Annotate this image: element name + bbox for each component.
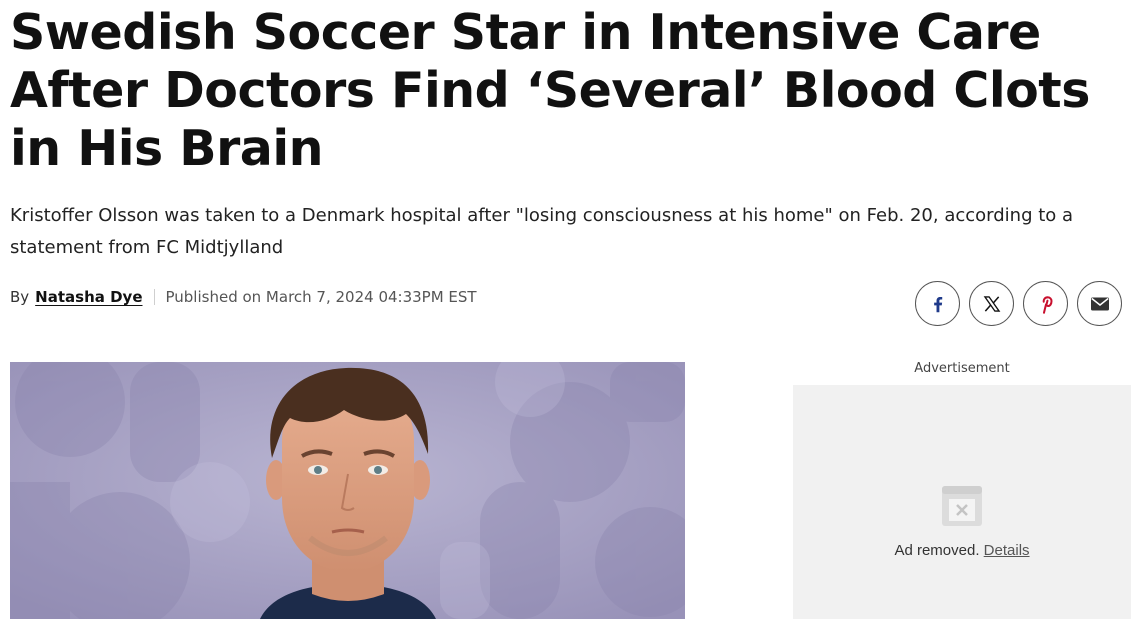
byline-divider (153, 289, 155, 305)
ad-details-link[interactable]: Details (984, 542, 1030, 559)
share-bar (915, 281, 1122, 326)
share-facebook-button[interactable] (915, 281, 960, 326)
ad-removed-message: Ad removed. Details (793, 542, 1131, 559)
facebook-icon (933, 296, 942, 312)
publish-date: Published on March 7, 2024 04:33PM EST (165, 288, 477, 306)
ad-placeholder: Ad removed. Details (793, 385, 1131, 619)
hero-photo-illustration (10, 362, 685, 619)
byline: By Natasha Dye Published on March 7, 202… (10, 286, 477, 308)
article-headline: Swedish Soccer Star in Intensive Care Af… (10, 4, 1090, 177)
byline-prefix: By (10, 288, 30, 306)
x-icon (983, 295, 1000, 312)
author-link[interactable]: Natasha Dye (35, 288, 142, 306)
share-x-button[interactable] (969, 281, 1014, 326)
article-dek: Kristoffer Olsson was taken to a Denmark… (10, 205, 1074, 258)
hero-image (10, 362, 685, 619)
envelope-icon (1090, 297, 1109, 310)
pinterest-icon (1042, 295, 1053, 314)
share-email-button[interactable] (1077, 281, 1122, 326)
share-pinterest-button[interactable] (1023, 281, 1068, 326)
ad-removed-icon (942, 486, 982, 526)
ad-removed-text: Ad removed. (894, 542, 980, 559)
advertisement-label: Advertisement (914, 361, 1010, 376)
